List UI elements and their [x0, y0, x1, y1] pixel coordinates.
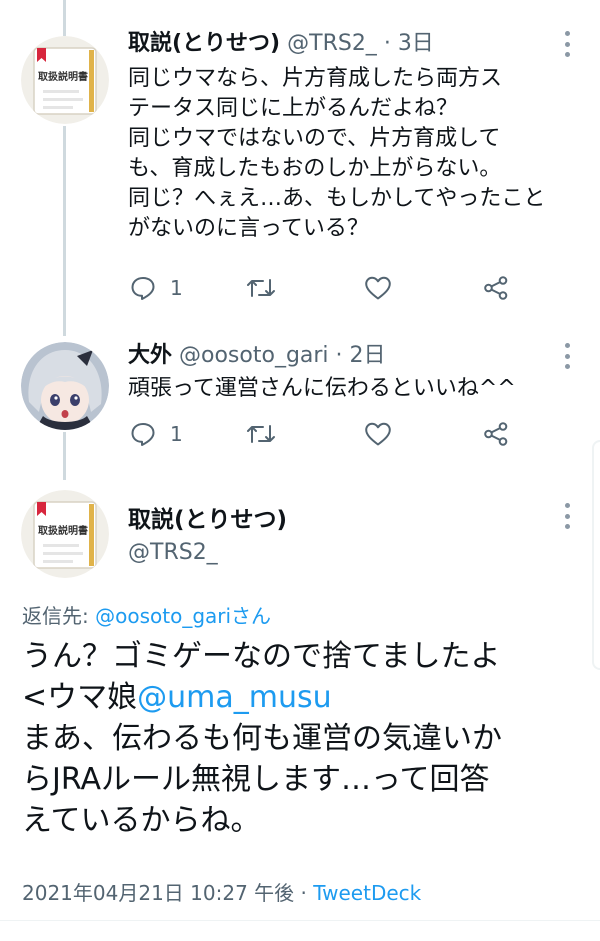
tweet-meta: 2021年04月21日 10:27 午後 · TweetDeck: [22, 877, 421, 906]
tweet-actions: 1: [128, 418, 568, 450]
meta-separator: ·: [294, 881, 314, 905]
scroll-handle[interactable]: [592, 440, 600, 670]
source-link[interactable]: TweetDeck: [313, 881, 421, 905]
main-text-line: うん？ゴミゲーなので捨てましたよ: [22, 639, 501, 674]
avatar-label: 取扱説明書: [38, 524, 88, 537]
tweet-header: 取説(とりせつ) @TRS2_ · 3日: [128, 30, 434, 58]
replying-to: 返信先: @oosoto_gariさん: [22, 600, 271, 629]
tweet-line: 同じ？へぇえ…あ、もしかしてやったこと: [128, 186, 546, 211]
main-text-line: らJRAルール無視します…って回答: [22, 762, 490, 797]
avatar-main[interactable]: 取扱説明書: [21, 490, 109, 578]
author-handle[interactable]: @oosoto_gari: [179, 343, 329, 368]
retweet-icon: [247, 279, 275, 297]
tweet-header: 大外 @oosoto_gari · 2日: [128, 342, 386, 370]
main-author-handle[interactable]: @TRS2_: [128, 540, 218, 565]
reply-count: 1: [170, 276, 183, 300]
reply-button[interactable]: 1: [130, 272, 183, 304]
separator: ·: [335, 343, 343, 368]
author-handle[interactable]: @TRS2_: [287, 31, 377, 56]
reply-button[interactable]: 1: [130, 418, 183, 450]
retweet-button[interactable]: [246, 272, 276, 304]
tweet-line: 同じウマではないので、片方育成して: [128, 126, 501, 151]
tweet-actions: 1: [128, 272, 568, 304]
tweet-text: 同じウマなら、片方育成したら両方ス テータス同じに上がるんだよね？ 同じウマでは…: [128, 64, 578, 244]
timestamp[interactable]: 2021年04月21日 10:27 午後: [22, 881, 294, 905]
tweet-line: がないのに言っている？: [128, 216, 369, 241]
main-text-prefix: <ウマ娘: [22, 680, 138, 715]
more-icon[interactable]: [562, 31, 572, 57]
tweet-oosoto[interactable]: 大外 @oosoto_gari · 2日 頑張って運営さんに伝わるといいね^^ …: [0, 330, 600, 480]
like-button[interactable]: [364, 272, 392, 304]
reply-target-link[interactable]: @oosoto_gariさん: [95, 604, 271, 628]
reply-label: 返信先:: [22, 604, 96, 628]
retweet-icon: [247, 425, 275, 443]
avatar-oosoto[interactable]: [21, 342, 109, 430]
tweet-time[interactable]: 3日: [398, 31, 434, 56]
main-text-line: <ウマ娘@uma_musu: [22, 677, 582, 718]
more-icon[interactable]: [562, 503, 572, 529]
share-icon: [484, 276, 508, 300]
main-tweet-text: うん？ゴミゲーなので捨てましたよ <ウマ娘@uma_musu まあ、伝わるも何も…: [22, 636, 582, 841]
retweet-button[interactable]: [246, 418, 276, 450]
tweet-trs2[interactable]: 取扱説明書 取説(とりせつ) @TRS2_ · 3日 同じウマなら、片方育成した…: [0, 0, 600, 330]
like-icon: [365, 276, 391, 300]
main-author-name[interactable]: 取説(とりせつ): [128, 500, 287, 534]
reply-icon: [131, 277, 155, 300]
tweet-line: 頑張って運営さんに伝わるといいね^^: [128, 376, 516, 401]
more-icon[interactable]: [562, 343, 572, 369]
like-icon: [365, 422, 391, 446]
mention-link[interactable]: @uma_musu: [137, 680, 332, 715]
author-name[interactable]: 大外: [128, 343, 172, 368]
avatar-trs2[interactable]: 取扱説明書: [21, 36, 109, 124]
main-text-line: えているからね。: [22, 803, 261, 838]
separator: ·: [383, 31, 391, 56]
tweet-time[interactable]: 2日: [350, 343, 386, 368]
share-icon: [484, 422, 508, 446]
reply-count: 1: [170, 422, 183, 446]
tweet-line: テータス同じに上がるんだよね？: [128, 96, 459, 121]
share-button[interactable]: [482, 272, 510, 304]
divider: [0, 920, 600, 921]
share-button[interactable]: [482, 418, 510, 450]
reply-icon: [131, 423, 155, 446]
tweet-line: も、育成したもおのしか上がらない。: [128, 156, 502, 181]
like-button[interactable]: [364, 418, 392, 450]
main-text-line: まあ、伝わるも何も運営の気違いか: [22, 721, 502, 756]
tweet-text: 頑張って運営さんに伝わるといいね^^: [128, 374, 578, 404]
avatar-label: 取扱説明書: [38, 70, 88, 83]
tweet-line: 同じウマなら、片方育成したら両方ス: [128, 66, 503, 91]
author-name[interactable]: 取説(とりせつ): [128, 31, 280, 56]
